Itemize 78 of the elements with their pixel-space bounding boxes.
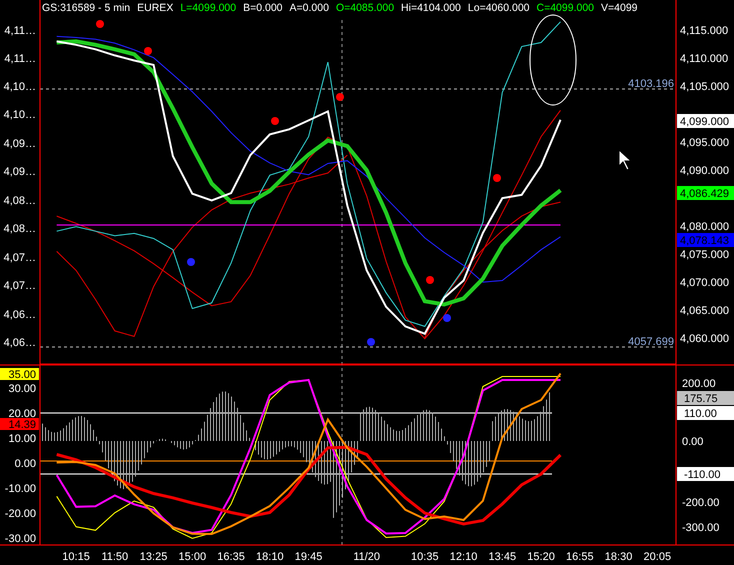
quote-field: C=4099.000 <box>536 2 594 15</box>
reference-level-label: 4057.699 <box>628 336 674 348</box>
axis-label: 4,080.000 <box>680 221 729 234</box>
secondary-axis-label: 200.00 <box>682 378 716 390</box>
truncated-axis-label: 4,09… <box>4 166 36 178</box>
quote-field: B=0.000 <box>243 2 283 15</box>
time-label: 10:35 <box>411 551 439 563</box>
reference-level-label: 4103.196 <box>628 78 674 90</box>
time-label: 15:00 <box>178 551 206 563</box>
truncated-axis-label: 4,10… <box>4 81 36 93</box>
value-badge-label: -110.00 <box>684 469 720 481</box>
time-label: 10:15 <box>62 551 90 563</box>
axis-label: 4,095.000 <box>680 137 729 150</box>
time-label: 13:45 <box>488 551 516 563</box>
truncated-axis-label: 4,11… <box>4 25 36 37</box>
axis-label: 0.00 <box>14 458 36 470</box>
quote-field: Lo=4060.000 <box>468 2 530 15</box>
time-label: 13:25 <box>140 551 168 563</box>
signal-dot <box>96 20 104 28</box>
signal-dot <box>367 338 375 346</box>
axis-label: 4,075.000 <box>680 249 729 262</box>
time-label: 18:10 <box>256 551 284 563</box>
signal-dot <box>187 258 195 266</box>
truncated-axis-label: 4,08… <box>4 223 36 235</box>
signal-dot <box>443 314 451 322</box>
quote-field: EUREX <box>137 2 174 15</box>
axis-label: -10.00 <box>4 483 36 495</box>
price-badge-label: 4,078.143 <box>680 235 729 247</box>
signal-dot <box>426 276 434 284</box>
time-label: 20:05 <box>644 551 672 563</box>
axis-label: -20.00 <box>4 508 36 520</box>
time-label: 18:30 <box>604 551 632 563</box>
quote-field: L=4099.000 <box>180 2 236 15</box>
secondary-axis-label: -300.00 <box>682 522 720 534</box>
quote-field: Hi=4104.000 <box>401 2 461 15</box>
time-label: 19:45 <box>294 551 322 563</box>
time-label: 16:35 <box>217 551 245 563</box>
axis-label: 4,090.000 <box>680 165 729 178</box>
quote-field: A=0.000 <box>290 2 329 15</box>
secondary-axis-label: -200.00 <box>682 497 720 509</box>
axis-label: -30.00 <box>4 533 36 545</box>
signal-dot <box>271 117 279 125</box>
time-label: 15:20 <box>527 551 555 563</box>
time-label: 16:55 <box>566 551 594 563</box>
truncated-axis-label: 4,11… <box>4 53 36 65</box>
axis-label: 4,060.000 <box>680 333 729 346</box>
truncated-axis-label: 4,10… <box>4 109 36 121</box>
truncated-axis-label: 4,07… <box>4 280 36 292</box>
signal-dot <box>144 47 152 55</box>
axis-label: 10.00 <box>8 433 36 445</box>
value-badge-label: 175.75 <box>684 393 718 405</box>
value-badge-label: 14.39 <box>8 419 36 431</box>
truncated-axis-label: 4,08… <box>4 195 36 207</box>
axis-label: 4,115.000 <box>680 25 728 38</box>
cursor-icon <box>618 148 632 171</box>
value-badge-label: 110.00 <box>684 408 717 420</box>
time-label: 11/20 <box>353 551 380 563</box>
axis-label: 4,070.000 <box>680 277 729 290</box>
quote-field: GS:316589 - 5 min <box>42 2 130 15</box>
truncated-axis-label: 4,06… <box>4 309 36 321</box>
axis-label: 30.00 <box>8 383 36 395</box>
axis-label: 4,105.000 <box>680 81 729 94</box>
axis-label: 20.00 <box>8 408 36 420</box>
signal-dot <box>336 93 344 101</box>
quote-field: O=4085.000 <box>336 2 394 15</box>
value-badge-label: 35.00 <box>8 369 36 381</box>
secondary-axis-label: 0.00 <box>682 436 704 448</box>
time-label: 12:10 <box>450 551 478 563</box>
quote-field: V=4099 <box>601 2 638 15</box>
price-badge-label: 4,099.000 <box>680 116 729 128</box>
truncated-axis-label: 4,07… <box>4 252 36 264</box>
truncated-axis-label: 4,06… <box>4 337 36 349</box>
axis-label: 4,110.000 <box>680 53 728 66</box>
truncated-axis-label: 4,09… <box>4 138 36 150</box>
signal-dot <box>493 174 501 182</box>
axis-label: 4,065.000 <box>680 305 729 318</box>
time-label: 11:50 <box>101 551 128 563</box>
price-badge-label: 4,086.429 <box>680 188 729 200</box>
